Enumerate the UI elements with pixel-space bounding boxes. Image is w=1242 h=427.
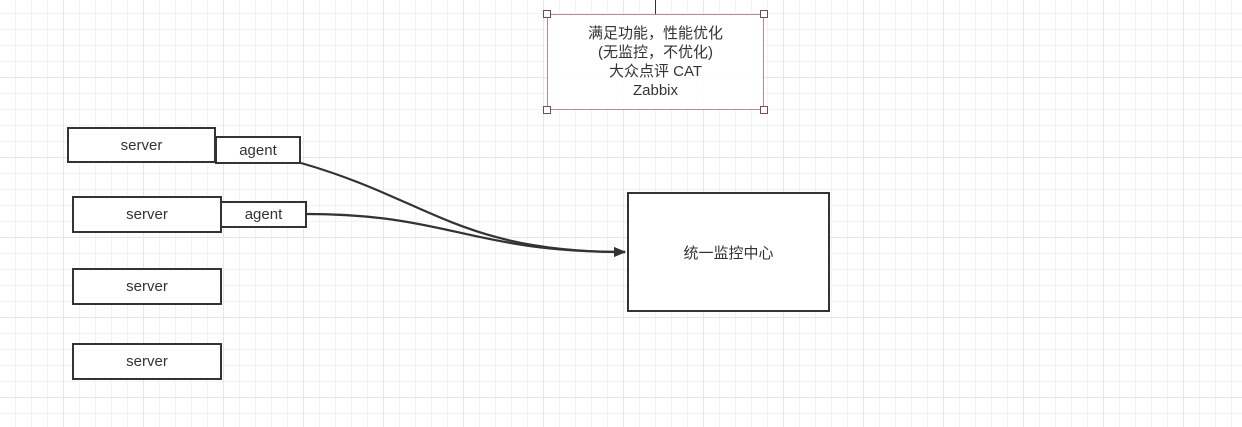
server-box-3[interactable]: server <box>72 268 222 305</box>
resize-handle-bottom-left[interactable] <box>543 106 551 114</box>
connector-agent-2-to-center[interactable] <box>305 212 626 257</box>
note-line-4: Zabbix <box>632 82 679 99</box>
agent-box-2[interactable]: agent <box>220 201 307 228</box>
resize-handle-top-left[interactable] <box>543 10 551 18</box>
monitoring-center-label: 统一监控中心 <box>683 244 774 262</box>
server-label: server <box>126 353 168 370</box>
monitoring-center-box[interactable]: 统一监控中心 <box>627 192 830 312</box>
agent-label: agent <box>239 141 277 159</box>
note-connector-stem <box>655 0 656 14</box>
note-line-1: 满足功能，性能优化 <box>587 25 723 42</box>
note-box[interactable]: 满足功能，性能优化 (无监控，不优化) 大众点评 CAT Zabbix <box>547 14 764 110</box>
agent-box-1[interactable]: agent <box>215 136 301 164</box>
server-box-4[interactable]: server <box>72 343 222 380</box>
connector-agent-1-to-center[interactable] <box>300 161 626 257</box>
agent-label: agent <box>244 206 283 223</box>
resize-handle-bottom-right[interactable] <box>760 106 768 114</box>
server-label: server <box>120 136 163 154</box>
server-box-1[interactable]: server <box>67 127 216 163</box>
diagram-canvas: 满足功能，性能优化 (无监控，不优化) 大众点评 CAT Zabbix serv… <box>0 0 1242 427</box>
note-line-3: 大众点评 CAT <box>608 63 703 80</box>
server-box-2[interactable]: server <box>72 196 222 233</box>
note-line-2: (无监控，不优化) <box>598 44 713 61</box>
server-label: server <box>126 206 168 223</box>
server-label: server <box>126 278 168 295</box>
resize-handle-top-right[interactable] <box>760 10 768 18</box>
